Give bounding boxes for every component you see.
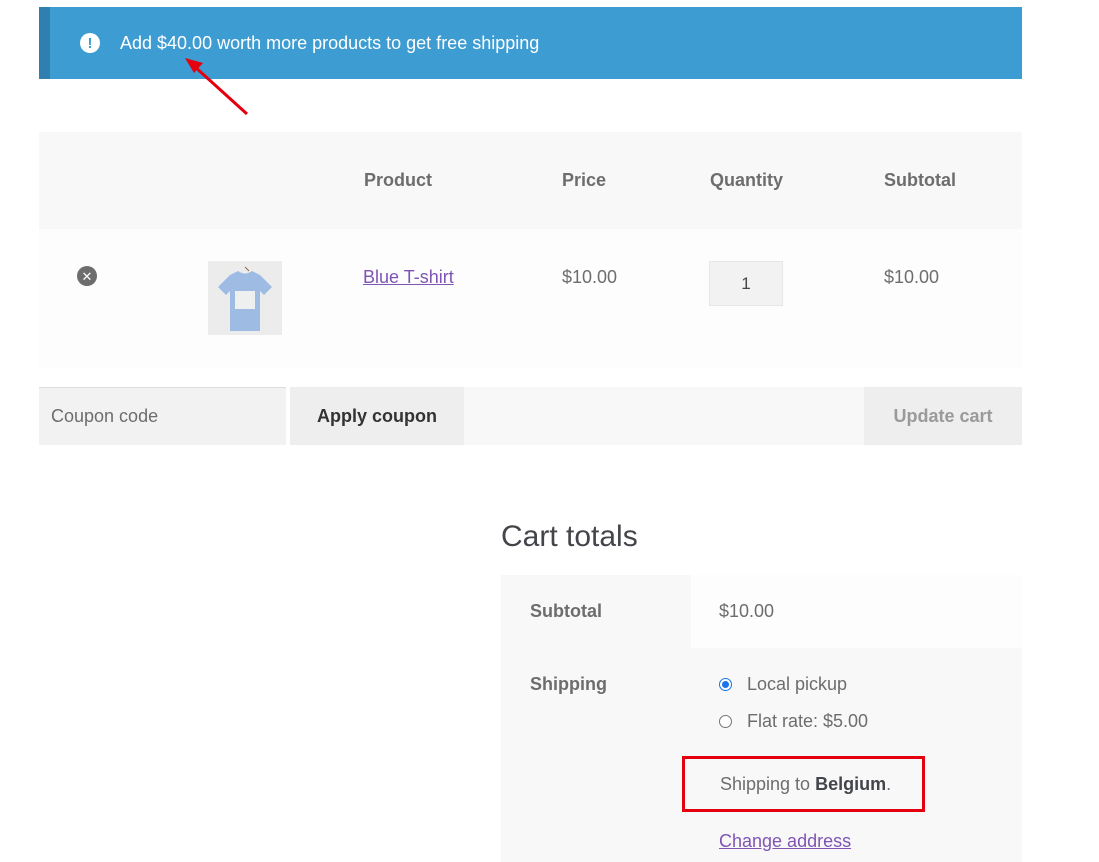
cart-table-header: Product Price Quantity Subtotal: [39, 132, 1022, 229]
free-shipping-notice: ! Add $40.00 worth more products to get …: [39, 7, 1022, 79]
table-row: ✕ Blue T-shirt $10.00 $10.00: [39, 229, 1022, 368]
cart-totals-title: Cart totals: [501, 520, 638, 553]
product-thumbnail[interactable]: [208, 261, 282, 335]
product-link[interactable]: Blue T-shirt: [363, 267, 454, 288]
column-quantity: Quantity: [710, 170, 784, 190]
radio-selected[interactable]: [719, 678, 732, 691]
shipping-destination: Shipping to Belgium.: [682, 756, 925, 812]
shipping-option-label: Flat rate: $5.00: [747, 711, 869, 731]
shipping-option-local-pickup[interactable]: Local pickup: [719, 674, 847, 695]
apply-coupon-button[interactable]: Apply coupon: [290, 387, 464, 445]
shipping-label: Shipping: [530, 674, 607, 694]
coupon-code-input[interactable]: [39, 387, 286, 445]
shipping-to-suffix: .: [886, 773, 892, 794]
shipping-to-prefix: Shipping to: [720, 773, 811, 794]
exclamation-circle-icon: !: [80, 33, 100, 53]
quantity-input[interactable]: [709, 261, 783, 306]
column-product: Product: [364, 170, 433, 190]
change-address-link[interactable]: Change address: [719, 831, 851, 852]
actions-bar: [464, 387, 864, 445]
notice-message: Add $40.00 worth more products to get fr…: [120, 32, 540, 53]
subtotal-value: $10.00: [719, 601, 775, 621]
remove-item-icon[interactable]: ✕: [77, 266, 97, 286]
tshirt-icon: [208, 261, 282, 335]
item-price: $10.00: [562, 267, 618, 287]
column-subtotal: Subtotal: [884, 170, 956, 190]
update-cart-button[interactable]: Update cart: [864, 387, 1022, 445]
shipping-option-label: Local pickup: [747, 674, 848, 694]
shipping-option-flat-rate[interactable]: Flat rate: $5.00: [719, 711, 868, 732]
subtotal-label: Subtotal: [530, 601, 602, 621]
item-subtotal: $10.00: [884, 267, 940, 287]
cart-totals-table: Subtotal $10.00 Shipping Local pickup Fl…: [501, 575, 1022, 862]
radio-unselected[interactable]: [719, 715, 732, 728]
shipping-country: Belgium: [815, 773, 887, 794]
column-price: Price: [562, 170, 607, 190]
